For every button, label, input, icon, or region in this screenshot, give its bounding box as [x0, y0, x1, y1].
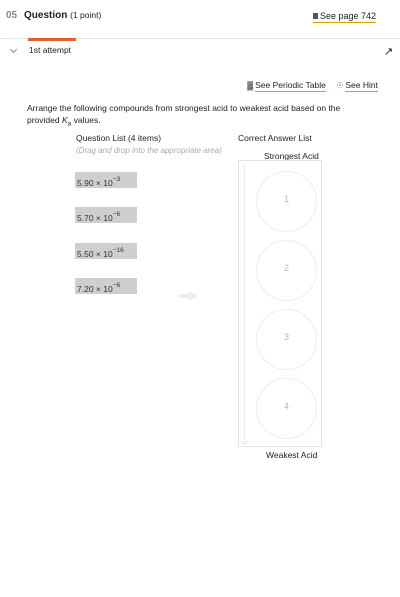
question-list-header: Question List (4 items)	[76, 133, 162, 143]
item-exponent: −3	[112, 176, 121, 183]
drop-slot-1[interactable]: 1	[256, 171, 317, 232]
slot-number: 4	[283, 401, 289, 411]
item-times: × 10	[95, 249, 113, 259]
pin-icon[interactable]: ↗	[384, 45, 393, 58]
see-page-link[interactable]: See page 742	[312, 11, 376, 23]
question-title-text: Question	[24, 10, 68, 21]
answer-list-header: Correct Answer List	[238, 133, 312, 143]
drag-item[interactable]: 7.20 × 10−6	[75, 278, 137, 294]
prompt-text-end: values.	[71, 115, 101, 125]
item-exponent: −16	[112, 247, 124, 254]
hint-label: See Hint	[345, 80, 378, 92]
question-tools: ▓ See Periodic Table ☉ See Hint	[239, 80, 378, 92]
item-times: × 10	[95, 178, 113, 188]
item-mantissa: 7.20	[77, 284, 94, 294]
see-page-label: See page 742	[319, 11, 376, 21]
slot-number: 1	[283, 194, 289, 204]
slot-number: 2	[283, 263, 289, 273]
item-times: × 10	[95, 284, 113, 294]
drop-slot-2[interactable]: 2	[256, 240, 317, 301]
ranking-axis	[244, 163, 245, 442]
item-exponent: −6	[112, 211, 121, 218]
periodic-table-link[interactable]: ▓ See Periodic Table	[247, 80, 326, 92]
drag-item[interactable]: 5.90 × 10−3	[75, 172, 137, 188]
item-mantissa: 5.70	[77, 213, 94, 223]
question-number: 05	[6, 10, 18, 21]
attempt-accent-bar	[28, 38, 76, 41]
question-list-instruction: (Drag and drop into the appropriate area…	[76, 146, 222, 155]
drop-slot-3[interactable]: 3	[256, 309, 317, 370]
item-mantissa: 5.90	[77, 178, 94, 188]
chevron-down-icon[interactable]	[9, 45, 18, 54]
attempt-label: 1st attempt	[29, 45, 72, 55]
item-times: × 10	[95, 213, 113, 223]
question-prompt: Arrange the following compounds from str…	[27, 102, 367, 131]
weakest-acid-label: Weakest Acid	[266, 450, 318, 460]
drag-item[interactable]: 5.70 × 10−6	[75, 207, 137, 223]
drag-item[interactable]: 5.50 × 10−16	[75, 243, 137, 259]
question-title: Question (1 point)	[24, 10, 101, 21]
arrow-right-icon	[179, 291, 197, 301]
periodic-table-label: See Periodic Table	[255, 80, 326, 92]
question-header: 05 Question (1 point) See page 742	[0, 0, 400, 38]
drop-slot-4[interactable]: 4	[256, 378, 317, 439]
periodic-table-icon: ▓	[247, 81, 254, 90]
question-points: (1 point)	[70, 10, 102, 20]
lightbulb-icon: ☉	[336, 81, 344, 90]
book-icon	[312, 13, 318, 19]
item-exponent: −6	[112, 282, 121, 289]
slot-number: 3	[283, 332, 289, 342]
item-mantissa: 5.50	[77, 249, 94, 259]
hint-link[interactable]: ☉ See Hint	[336, 80, 378, 92]
attempt-row[interactable]: 1st attempt ↗	[0, 42, 400, 60]
